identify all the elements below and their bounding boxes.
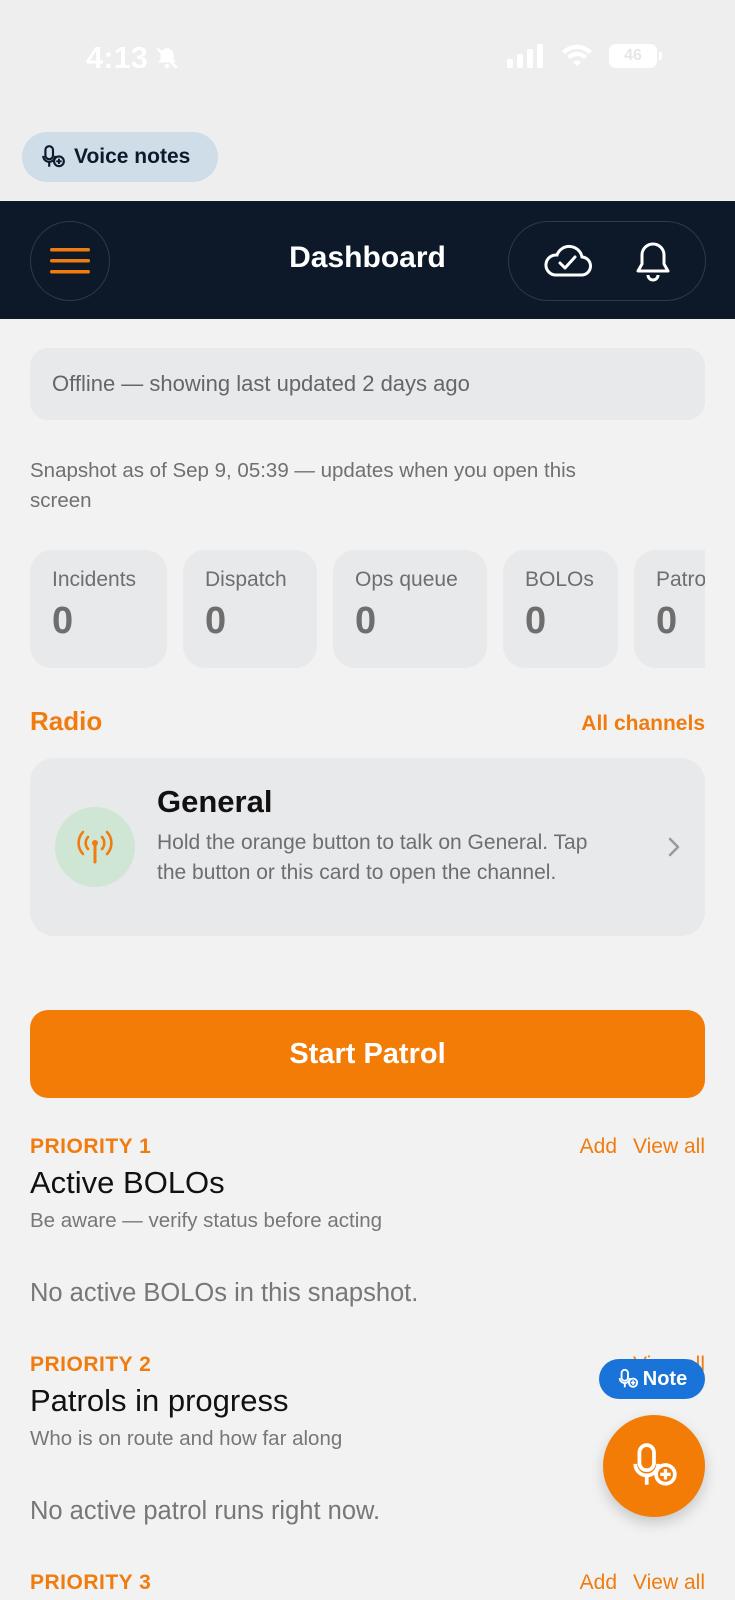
empty-state-text: No active BOLOs in this snapshot.: [30, 1279, 419, 1307]
stat-card-dispatch[interactable]: Dispatch 0: [183, 550, 317, 668]
cloud-check-icon[interactable]: [541, 241, 593, 281]
add-bolo-link[interactable]: Add: [580, 1135, 617, 1159]
voice-note-fab[interactable]: [603, 1415, 705, 1517]
stat-card-ops-queue[interactable]: Ops queue 0: [333, 550, 487, 668]
stat-value: 0: [525, 600, 547, 642]
priority-1-header: PRIORITY 1 Add View all: [30, 1135, 705, 1159]
mic-plus-icon: [618, 1368, 638, 1388]
priority-subtitle: Who is on route and how far along: [30, 1427, 343, 1450]
note-button[interactable]: Note: [599, 1359, 705, 1399]
priority-label: PRIORITY 1: [30, 1135, 152, 1158]
antenna-icon: [77, 830, 113, 864]
stat-card-patrols[interactable]: Patrols 0: [634, 550, 705, 668]
priority-1-section: PRIORITY 1 Add View all Active BOLOs Be …: [30, 1135, 705, 1308]
stat-value: 0: [355, 600, 377, 642]
priority-3-header: PRIORITY 3 Add View all: [30, 1571, 705, 1595]
status-icons: 46: [507, 44, 662, 68]
priority-3-section: PRIORITY 3 Add View all: [30, 1571, 705, 1595]
offline-banner: Offline — showing last updated 2 days ag…: [30, 348, 705, 420]
priority-subtitle: Be aware — verify status before acting: [30, 1209, 383, 1232]
priority-3-links: Add View all: [580, 1571, 705, 1595]
mic-plus-icon: [633, 1443, 677, 1486]
stat-label: Ops queue: [355, 568, 458, 591]
add-link[interactable]: Add: [580, 1571, 617, 1595]
offline-text: Offline — showing last updated 2 days ag…: [52, 371, 470, 396]
radio-channel-card[interactable]: General Hold the orange button to talk o…: [30, 758, 705, 936]
bell-icon[interactable]: [633, 240, 673, 282]
bell-slash-icon: [156, 47, 178, 69]
stat-label: BOLOs: [525, 568, 594, 591]
view-all-link[interactable]: View all: [633, 1571, 705, 1595]
time-text: 4:13: [86, 40, 149, 75]
priority-label: PRIORITY 2: [30, 1353, 152, 1376]
radio-section-header: Radio All channels: [30, 706, 705, 737]
radio-channel-description: Hold the orange button to talk on Genera…: [157, 831, 588, 884]
chevron-right-icon: [668, 837, 680, 857]
stat-label: Dispatch: [205, 568, 287, 591]
stat-value: 0: [656, 600, 678, 642]
radio-title: Radio: [30, 706, 103, 736]
start-patrol-button[interactable]: Start Patrol: [30, 1010, 705, 1098]
empty-state-text: No active patrol runs right now.: [30, 1497, 381, 1525]
status-time: 4:13: [86, 40, 180, 76]
header-actions: [508, 221, 706, 301]
wifi-icon: [562, 44, 592, 66]
battery-icon: 46: [609, 44, 662, 68]
note-label: Note: [642, 1367, 688, 1390]
view-all-bolos-link[interactable]: View all: [633, 1135, 705, 1159]
snapshot-text: Snapshot as of Sep 9, 05:39 — updates wh…: [30, 459, 576, 512]
stat-label: Patrols: [656, 568, 705, 591]
cellular-icon: [507, 44, 543, 68]
stat-card-bolos[interactable]: BOLOs 0: [503, 550, 618, 668]
all-channels-link[interactable]: All channels: [581, 712, 705, 736]
stat-card-incidents[interactable]: Incidents 0: [30, 550, 167, 668]
radio-channel-name: General: [157, 784, 273, 819]
app-header: Dashboard: [0, 201, 735, 319]
voice-notes-button[interactable]: Voice notes: [22, 132, 218, 182]
stat-value: 0: [52, 600, 74, 642]
radio-icon-circle: [55, 807, 135, 887]
voice-notes-label: Voice notes: [74, 145, 191, 168]
mic-plus-icon: [42, 145, 65, 168]
stat-value: 0: [205, 600, 227, 642]
status-bar: 4:13 46 Voice notes: [0, 0, 735, 200]
priority-title: Active BOLOs: [30, 1165, 225, 1200]
priority-label: PRIORITY 3: [30, 1571, 152, 1594]
stat-label: Incidents: [52, 568, 137, 591]
priority-1-links: Add View all: [580, 1135, 705, 1159]
stats-row[interactable]: Incidents 0 Dispatch 0 Ops queue 0 BOLOs…: [30, 550, 705, 668]
battery-level: 46: [624, 47, 642, 64]
